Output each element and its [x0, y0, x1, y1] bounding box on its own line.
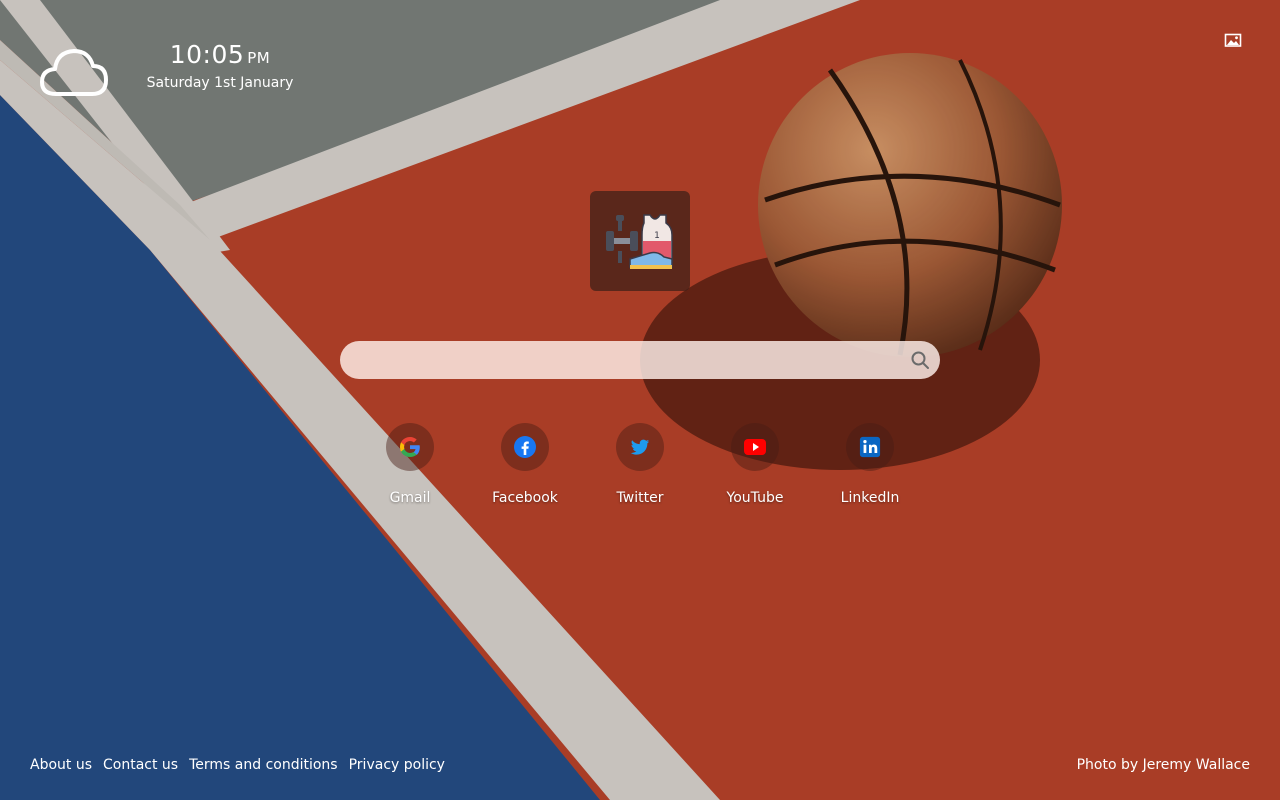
privacy-policy-link[interactable]: Privacy policy: [349, 757, 445, 773]
jersey-number: 1: [654, 231, 660, 241]
shortcut-gmail[interactable]: Gmail: [360, 423, 460, 506]
terms-link[interactable]: Terms and conditions: [189, 757, 338, 773]
background-image-button[interactable]: [1224, 33, 1244, 49]
twitter-icon: [630, 439, 650, 455]
shortcut-label: YouTube: [726, 490, 784, 506]
about-us-link[interactable]: About us: [30, 757, 92, 773]
shortcut-twitter[interactable]: Twitter: [590, 423, 690, 506]
photo-credit[interactable]: Photo by Jeremy Wallace: [1077, 757, 1250, 773]
shortcut-label: LinkedIn: [840, 490, 900, 506]
quick-links: Gmail Facebook Twitter YouTube LinkedIn: [0, 423, 1280, 523]
search-input[interactable]: [358, 341, 902, 381]
contact-us-link[interactable]: Contact us: [103, 757, 178, 773]
clock-widget: 10:05 PM Saturday 1st January: [140, 40, 300, 91]
background-photo: [0, 0, 1280, 800]
image-icon: [1224, 33, 1242, 47]
search-icon: [911, 351, 929, 369]
shortcut-label: Gmail: [389, 490, 431, 506]
clock-ampm: PM: [247, 49, 271, 67]
shortcut-icon-bg: [386, 423, 434, 471]
search-bar: [340, 341, 940, 381]
weather-widget[interactable]: [40, 46, 108, 100]
extension-logo: 1: [590, 191, 690, 291]
clock-time-value: 10:05: [169, 40, 245, 69]
cloud-icon: [40, 49, 108, 96]
sports-gear-icon: 1: [606, 214, 673, 269]
google-icon: [400, 437, 420, 457]
shortcut-label: Twitter: [616, 490, 664, 506]
shortcut-linkedin[interactable]: LinkedIn: [820, 423, 920, 506]
shortcut-icon-bg: [501, 423, 549, 471]
shortcut-icon-bg: [731, 423, 779, 471]
shortcut-icon-bg: [846, 423, 894, 471]
shortcut-facebook[interactable]: Facebook: [475, 423, 575, 506]
footer-links: About us Contact us Terms and conditions Pr…: [30, 757, 456, 773]
shortcut-icon-bg: [616, 423, 664, 471]
linkedin-icon: [859, 436, 881, 458]
shortcut-label: Facebook: [492, 490, 558, 506]
search-button[interactable]: [910, 350, 930, 370]
clock-time: 10:05 PM: [140, 40, 300, 69]
clock-date: Saturday 1st January: [146, 75, 294, 91]
shortcut-youtube[interactable]: YouTube: [705, 423, 805, 506]
youtube-icon: [744, 439, 766, 455]
facebook-icon: [514, 436, 536, 458]
